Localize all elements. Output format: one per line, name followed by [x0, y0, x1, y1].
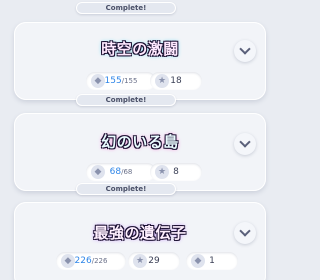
star-stat: ★ 29 [128, 252, 180, 270]
chevron-down-icon[interactable] [234, 222, 256, 244]
progress-stat: ◆ 68/68 [86, 163, 156, 181]
stage-card[interactable]: 時空の激闘 ◆ 155/155 ★ 18 [14, 22, 266, 100]
star-stat: ★ 8 [150, 163, 202, 181]
progress-total: 68 [123, 168, 133, 176]
stage-card[interactable]: 幻のいる島 ◆ 68/68 ★ 8 [14, 113, 266, 191]
stage-card[interactable]: 最強の遺伝子 ◆ 226/226 ★ 29 ◆ 1 [14, 202, 266, 280]
chevron-down-icon[interactable] [234, 40, 256, 62]
progress-value: 68 [109, 167, 122, 177]
progress-stat: ◆ 155/155 [86, 72, 156, 90]
stage-title: 時空の激闘 [101, 40, 179, 58]
progress-total: 155 [124, 77, 138, 85]
progress-value: 226 [74, 256, 92, 266]
star-count: 29 [148, 256, 160, 266]
extra-count: 1 [209, 256, 215, 266]
chevron-down-icon[interactable] [234, 133, 256, 155]
complete-badge: Complete! [76, 94, 176, 106]
progress-total: 226 [94, 257, 108, 265]
star-count: 18 [170, 76, 182, 86]
progress-stat: ◆ 226/226 [56, 252, 126, 270]
complete-badge: Complete! [76, 2, 176, 14]
stage-title: 幻のいる島 [101, 133, 179, 151]
extra-stat: ◆ 1 [186, 252, 238, 270]
star-count: 8 [173, 167, 179, 177]
progress-value: 155 [104, 76, 122, 86]
complete-badge: Complete! [76, 183, 176, 195]
stage-title: 最強の遺伝子 [93, 224, 187, 242]
star-stat: ★ 18 [150, 72, 202, 90]
